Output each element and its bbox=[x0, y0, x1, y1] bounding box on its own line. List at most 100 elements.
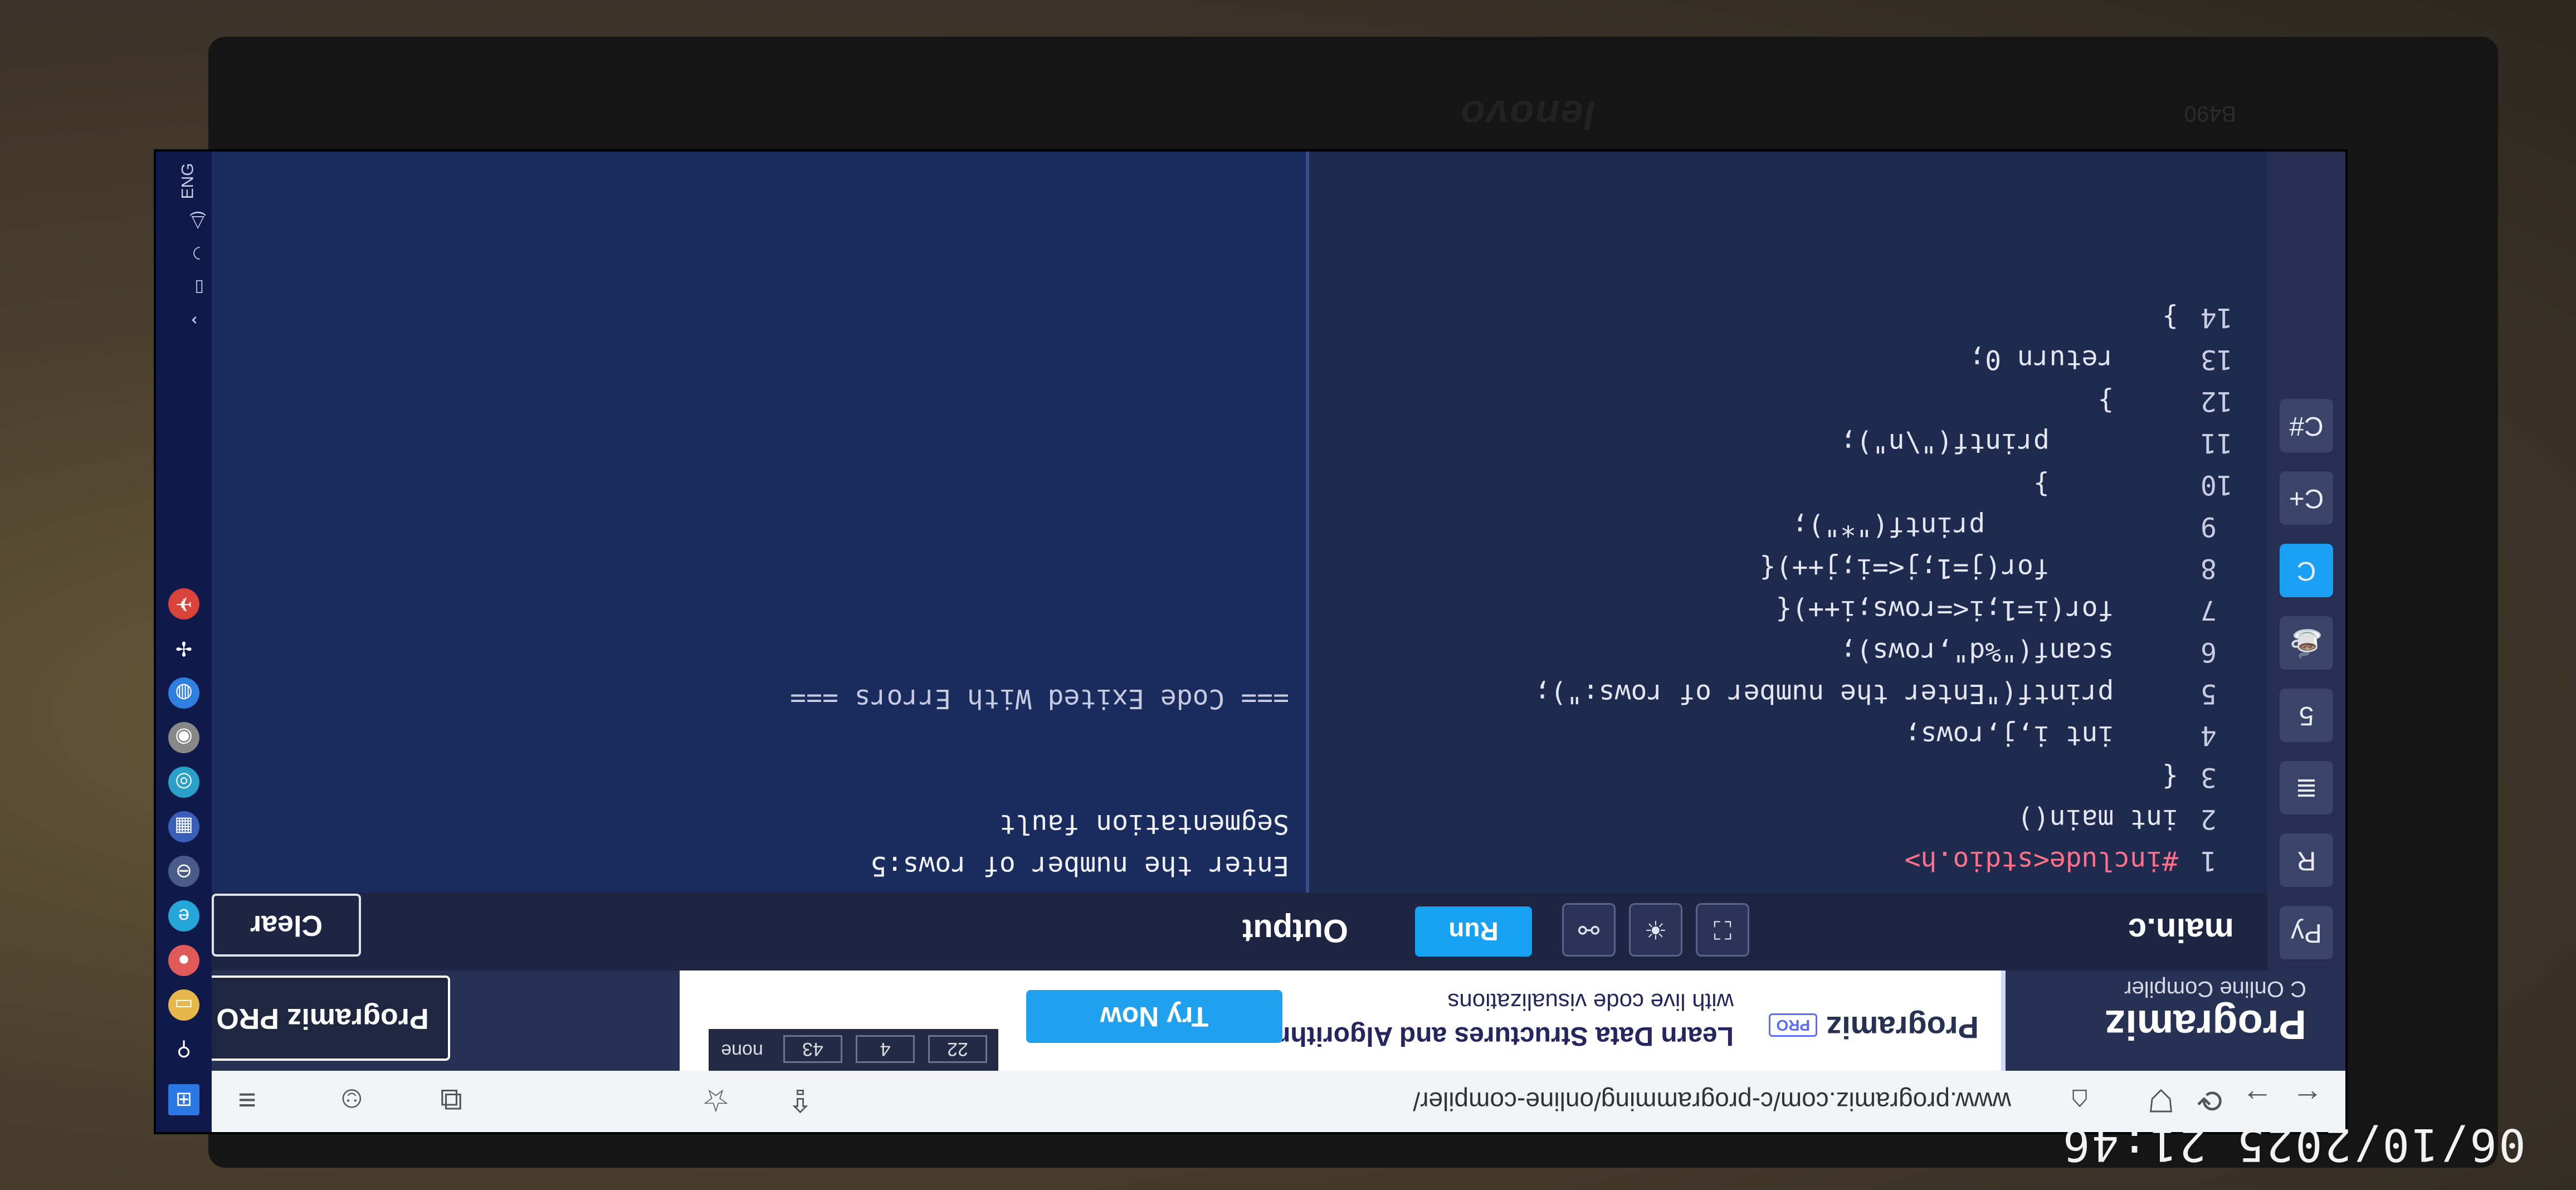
app-icon[interactable]: ● bbox=[168, 945, 199, 976]
code-line: 8 for(j=1;j<=i;j++){ bbox=[1760, 547, 2267, 589]
output-line: Enter the number of rows:5 bbox=[870, 850, 1289, 881]
programiz-pro-button[interactable]: Programiz PRO bbox=[195, 976, 450, 1061]
photo-timestamp: 06/10/2025 21:46 bbox=[2061, 1119, 2526, 1171]
output-console: Enter the number of rows:5 Segmentation … bbox=[156, 152, 1306, 892]
code-text: printf("\n"); bbox=[1840, 427, 2178, 459]
app-icon[interactable]: ✈ bbox=[168, 588, 199, 620]
share-icon[interactable]: ⇪ bbox=[787, 1082, 813, 1119]
photo-rotated: lenovo B490 ← → ⟳ ⛉ ⌂ www.programiz.com/… bbox=[0, 0, 2576, 1190]
chrome-icon[interactable]: ◉ bbox=[168, 722, 199, 753]
laptop-screen: ← → ⟳ ⛉ ⌂ www.programiz.com/c-programmin… bbox=[154, 149, 2348, 1134]
viz-node: 43 bbox=[783, 1035, 842, 1063]
line-number: 1 bbox=[2201, 845, 2217, 876]
profile-icon[interactable]: ☺ bbox=[336, 1082, 368, 1119]
file-tab[interactable]: main.c bbox=[2128, 911, 2234, 949]
line-number: 13 bbox=[2201, 344, 2233, 375]
fullscreen-icon[interactable]: ⛶ bbox=[1696, 903, 1749, 957]
code-text: printf("*"); bbox=[1792, 511, 2178, 542]
promo-brand-name: Programiz bbox=[1826, 1010, 1979, 1045]
code-line: 3{ bbox=[2162, 756, 2267, 798]
viz-node: 4 bbox=[856, 1035, 915, 1063]
code-text: { bbox=[2162, 762, 2178, 793]
edge-icon[interactable]: e bbox=[168, 900, 199, 931]
code-text: } bbox=[2162, 302, 2178, 333]
html-icon[interactable]: 5 bbox=[2280, 689, 2333, 742]
line-number: 3 bbox=[2201, 762, 2217, 793]
app-icon[interactable]: ⊖ bbox=[168, 856, 199, 887]
linked-list-visualization: 22 4 43 none bbox=[709, 1029, 998, 1071]
os-taskbar: ⊞ ⚲ ▭ ● e ⊖ ▦ ◎ ◉ ◍ ✢ ✈ ⌃ ▭ ◠ ◁) ENG bbox=[156, 152, 212, 1132]
python-icon[interactable]: Py bbox=[2280, 906, 2333, 959]
shield-icon[interactable]: ⛉ bbox=[2149, 1081, 2173, 1119]
line-number: 6 bbox=[2201, 636, 2217, 667]
code-editor[interactable]: 1#include<stdio.h> 2int main() 3{ 4 int … bbox=[1309, 152, 2267, 892]
promo-banner[interactable]: Programiz PRO Learn Data Structures and A… bbox=[680, 970, 2006, 1071]
windows-start-icon[interactable]: ⊞ bbox=[168, 1084, 199, 1115]
line-number: 14 bbox=[2201, 302, 2233, 333]
panel-divider[interactable] bbox=[1306, 152, 1309, 892]
viz-node: none bbox=[721, 1040, 763, 1061]
line-number: 9 bbox=[2201, 511, 2217, 542]
viz-node: 22 bbox=[928, 1035, 987, 1063]
file-explorer-icon[interactable]: ▭ bbox=[168, 989, 199, 1021]
promo-subline: with live code visualizations bbox=[1447, 989, 1734, 1015]
line-number: 2 bbox=[2201, 803, 2217, 835]
code-line: 2 int main() bbox=[2017, 798, 2267, 840]
cpp-icon[interactable]: C+ bbox=[2280, 471, 2333, 525]
search-icon[interactable]: ⚲ bbox=[168, 1034, 199, 1065]
forward-arrow-icon[interactable]: → bbox=[2242, 1082, 2273, 1119]
battery-icon: ▭ bbox=[189, 279, 208, 295]
line-number: 7 bbox=[2201, 594, 2217, 626]
address-bar[interactable]: www.programiz.com/c-programming/online-c… bbox=[953, 1081, 2011, 1122]
code-text: for(j=1;j<=i;j++){ bbox=[1759, 553, 2178, 584]
code-text: printf("Enter the number of rows:"); bbox=[1534, 678, 2178, 709]
c-icon[interactable]: C bbox=[2280, 544, 2333, 597]
theme-icon[interactable]: ☀ bbox=[1629, 903, 1682, 957]
line-number: 8 bbox=[2201, 553, 2217, 584]
laptop-model: B490 bbox=[2184, 101, 2236, 126]
r-icon[interactable]: R bbox=[2280, 833, 2333, 887]
code-text: } bbox=[2033, 469, 2178, 500]
code-text: #include<stdio.h> bbox=[1904, 845, 2178, 876]
pro-badge: PRO bbox=[1769, 1013, 1818, 1037]
reload-icon[interactable]: ⟳ bbox=[2197, 1082, 2223, 1119]
code-line: 14} bbox=[2162, 296, 2267, 338]
app-icon[interactable]: ◎ bbox=[168, 767, 199, 798]
volume-icon[interactable]: ◁) bbox=[187, 211, 207, 229]
line-number: 11 bbox=[2201, 427, 2233, 459]
line-number: 4 bbox=[2201, 720, 2217, 751]
code-line: 10 } bbox=[2033, 464, 2267, 505]
promo-headline: Learn Data Structures and Algorithms bbox=[1251, 1021, 1734, 1051]
database-icon[interactable]: ≣ bbox=[2280, 761, 2333, 815]
app-icon[interactable]: ✢ bbox=[168, 633, 199, 664]
output-line: Segmentation fault bbox=[999, 808, 1289, 840]
star-icon[interactable]: ☆ bbox=[702, 1082, 730, 1119]
editor-toolbar: main.c ⛶ ☀ ⚯ Run Output Clear bbox=[156, 891, 2267, 970]
exit-status: === Code Exited With Errors === bbox=[790, 683, 1289, 714]
app-icon[interactable]: ◍ bbox=[168, 677, 199, 709]
app-icon[interactable]: ▦ bbox=[168, 811, 199, 842]
menu-icon[interactable]: ≡ bbox=[238, 1082, 256, 1119]
java-icon[interactable]: ☕ bbox=[2280, 616, 2333, 670]
run-button[interactable]: Run bbox=[1415, 906, 1532, 957]
site-logo[interactable]: Programiz bbox=[2105, 1001, 2306, 1048]
compiler-ide: Py R ≣ 5 ☕ C C+ C# main.c ⛶ ☀ ⚯ Run Outp… bbox=[156, 152, 2345, 970]
share-code-icon[interactable]: ⚯ bbox=[1562, 903, 1616, 957]
code-line: 6 scanf("%d",rows); bbox=[1840, 631, 2267, 672]
line-number: 5 bbox=[2201, 678, 2217, 709]
language-sidebar: Py R ≣ 5 ☕ C C+ C# bbox=[2266, 152, 2345, 970]
back-arrow-icon[interactable]: ← bbox=[2292, 1082, 2323, 1119]
tray-chevron-icon[interactable]: ⌃ bbox=[189, 313, 209, 327]
code-line: 5 printf("Enter the number of rows:"); bbox=[1534, 672, 2267, 714]
clear-button[interactable]: Clear bbox=[212, 894, 361, 957]
code-text: for(i=1;i<=rows;i++){ bbox=[1775, 594, 2178, 626]
try-now-button[interactable]: Try Now bbox=[1026, 990, 1282, 1043]
wifi-icon[interactable]: ◠ bbox=[189, 246, 208, 260]
output-title: Output bbox=[1242, 913, 1348, 949]
code-text: scanf("%d",rows); bbox=[1840, 636, 2178, 667]
code-line: 4 int i,j,rows; bbox=[1905, 714, 2267, 756]
language-indicator[interactable]: ENG bbox=[178, 163, 197, 199]
bookmark-icon[interactable]: ⌂ bbox=[2070, 1082, 2089, 1119]
extensions-icon[interactable]: ⧉ bbox=[440, 1081, 462, 1119]
csharp-icon[interactable]: C# bbox=[2280, 399, 2333, 452]
